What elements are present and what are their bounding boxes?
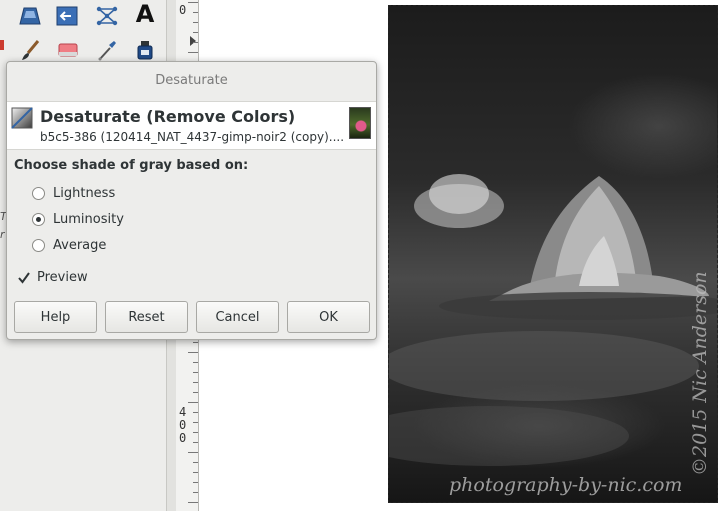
ruler-tick [193,22,198,23]
ruler-tick [193,492,198,493]
ruler-tick [193,442,198,443]
ruler-tick [193,362,198,363]
ruler-tick [193,42,198,43]
radio-label: Lightness [53,186,116,201]
ruler-tick [188,402,198,403]
ruler-tick [193,472,198,473]
ruler-tick [193,342,198,343]
desaturate-icon [11,107,33,129]
ruler-tick [193,462,198,463]
ruler-tick [193,372,198,373]
dialog-buttons: Help Reset Cancel OK [14,301,370,333]
copyright-text: ©2015 Nic Anderson [689,271,711,476]
radio-lightness[interactable]: Lightness [32,186,115,201]
dialog-header-title: Desaturate (Remove Colors) [40,107,296,126]
ink-bottle-icon[interactable] [133,38,157,62]
desaturate-dialog: Desaturate Desaturate (Remove Colors) b5… [6,61,377,340]
red-tool-fragment[interactable] [0,40,4,50]
radio-button[interactable] [32,239,45,252]
dialog-header: Desaturate (Remove Colors) b5c5-386 (120… [7,101,376,150]
dialog-title[interactable]: Desaturate [7,62,376,100]
preview-label: Preview [37,270,88,285]
ruler-number-digit: 0 [179,418,187,432]
paintbrush-icon[interactable] [18,38,42,62]
watermark-text: photography-by-nic.com [449,474,683,496]
ruler-tick [188,502,198,503]
reset-button[interactable]: Reset [105,301,188,333]
flip-icon[interactable] [55,4,79,28]
ruler-tick [193,392,198,393]
radio-button[interactable] [32,213,45,226]
dialog-header-subtitle: b5c5-386 (120414_NAT_4437-gimp-noir2 (co… [40,130,345,144]
ruler-number-top: 0 [179,3,187,17]
partial-label-2: r [0,228,5,241]
checkmark-icon[interactable] [17,271,31,285]
radio-average[interactable]: Average [32,238,106,253]
radio-label: Average [53,238,107,253]
shade-section-label: Choose shade of gray based on: [14,158,249,173]
perspective-icon[interactable] [18,4,42,28]
image-thumbnail [349,107,371,139]
radio-button[interactable] [32,187,45,200]
ruler-number-digit: 0 [179,431,187,445]
text-tool-icon[interactable]: A [133,0,157,28]
ok-button[interactable]: OK [287,301,370,333]
eraser-icon[interactable] [56,38,80,62]
lily-pad-photo [389,174,717,466]
help-button[interactable]: Help [14,301,97,333]
image-canvas[interactable]: ©2015 Nic Anderson photography-by-nic.co… [388,5,718,503]
ruler-tick [188,352,198,353]
cancel-button[interactable]: Cancel [196,301,279,333]
preview-checkbox-row[interactable]: Preview [17,270,88,285]
ruler-tick [193,32,198,33]
ruler-tick [188,452,198,453]
radio-label: Luminosity [53,212,124,227]
ruler-tick [193,412,198,413]
radio-luminosity[interactable]: Luminosity [32,212,124,227]
ruler-tick [188,2,198,3]
cage-transform-icon[interactable] [95,4,119,28]
ruler-tick [193,422,198,423]
ruler-pointer-marker [190,36,196,46]
ruler-tick [188,52,198,53]
color-picker-icon[interactable] [95,38,119,62]
ruler-tick [193,482,198,483]
ruler-number-digit: 4 [179,405,187,419]
ruler-tick [193,382,198,383]
ruler-tick [193,432,198,433]
ruler-tick [193,12,198,13]
